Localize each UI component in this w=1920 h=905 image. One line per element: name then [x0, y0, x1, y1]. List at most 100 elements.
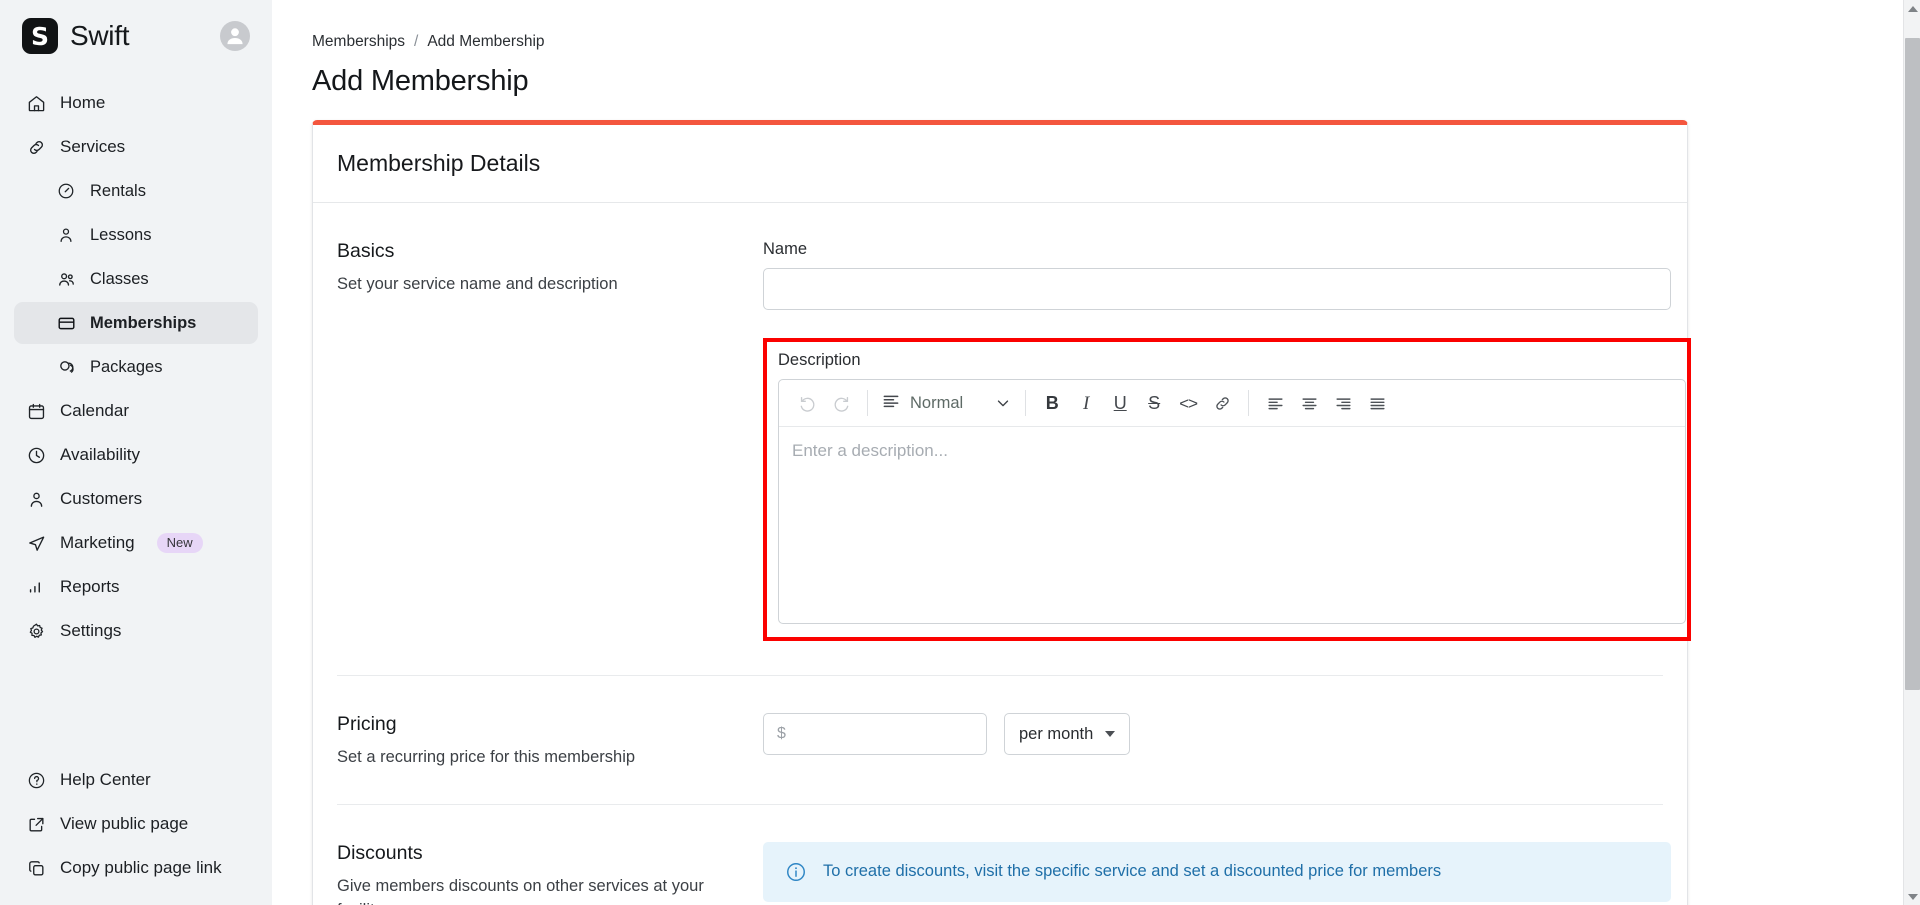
bold-button[interactable]: B	[1035, 386, 1069, 420]
sidebar-item-view-public-page[interactable]: View public page	[14, 803, 258, 845]
link-icon	[26, 137, 46, 157]
sidebar-item-rentals[interactable]: Rentals	[14, 170, 258, 212]
sidebar-item-availability[interactable]: Availability	[14, 434, 258, 476]
section-basics-left: Basics Set your service name and descrip…	[337, 240, 763, 641]
sidebar-item-label: View public page	[60, 814, 189, 833]
sidebar-item-calendar[interactable]: Calendar	[14, 390, 258, 432]
section-title: Basics	[337, 240, 395, 262]
sidebar-footer: Help Center View public page Copy public…	[0, 759, 272, 905]
paragraph-format-icon	[881, 391, 901, 416]
swift-logo-icon: S	[22, 18, 58, 54]
redo-icon[interactable]	[824, 386, 858, 420]
sidebar-item-lessons[interactable]: Lessons	[14, 214, 258, 256]
code-button[interactable]: <>	[1171, 386, 1205, 420]
billing-period-select[interactable]: per month	[1004, 713, 1131, 755]
copy-icon	[26, 858, 46, 878]
toolbar-divider	[1025, 390, 1027, 416]
chevron-down-icon	[994, 394, 1012, 412]
sidebar-item-memberships[interactable]: Memberships	[14, 302, 258, 344]
toolbar-divider	[1248, 390, 1250, 416]
person-icon	[56, 225, 76, 245]
info-circle-icon	[785, 861, 807, 883]
code-label: <>	[1179, 393, 1198, 413]
scroll-down-arrow-icon[interactable]	[1904, 888, 1920, 905]
align-right-icon[interactable]	[1326, 386, 1360, 420]
app-root: S Swift Home Services Rentals Lessons Cl…	[0, 0, 1920, 905]
sidebar-item-home[interactable]: Home	[14, 82, 258, 124]
scrollbar-thumb[interactable]	[1905, 38, 1920, 690]
sidebar-item-label: Settings	[60, 621, 122, 640]
underline-button[interactable]: U	[1103, 386, 1137, 420]
italic-button[interactable]: I	[1069, 386, 1103, 420]
sidebar-item-label: Lessons	[90, 225, 152, 244]
sidebar-item-services[interactable]: Services	[14, 126, 258, 168]
sidebar-item-label: Reports	[60, 577, 120, 596]
strikethrough-button[interactable]: S	[1137, 386, 1171, 420]
sidebar-item-copy-public-page-link[interactable]: Copy public page link	[14, 847, 258, 889]
calendar-icon	[26, 401, 46, 421]
sidebar-item-reports[interactable]: Reports	[14, 566, 258, 608]
link-icon[interactable]	[1205, 386, 1239, 420]
brand-name: Swift	[70, 20, 130, 51]
italic-label: I	[1083, 392, 1090, 414]
coins-icon	[56, 357, 76, 377]
page-title: Add Membership	[312, 65, 529, 97]
section-pricing: Pricing Set a recurring price for this m…	[337, 676, 1663, 805]
align-center-icon[interactable]	[1292, 386, 1326, 420]
section-pricing-right: per month	[763, 713, 1663, 770]
card-body: Basics Set your service name and descrip…	[313, 203, 1691, 905]
breadcrumb-memberships[interactable]: Memberships	[312, 33, 405, 51]
name-label: Name	[763, 240, 808, 258]
sidebar-item-packages[interactable]: Packages	[14, 346, 258, 388]
description-editor[interactable]: Normal B I U S <> Enter a description...	[778, 379, 1686, 624]
send-icon	[26, 533, 46, 553]
format-dropdown[interactable]: Normal	[877, 386, 1016, 420]
sidebar-item-label: Copy public page link	[60, 858, 222, 877]
sidebar-nav: Home Services Rentals Lessons Classes Me…	[0, 72, 272, 759]
status-badge-new: New	[156, 533, 203, 553]
sidebar-item-help-center[interactable]: Help Center	[14, 759, 258, 801]
section-discounts-right: To create discounts, visit the specific …	[763, 841, 1671, 905]
sidebar-item-label: Marketing	[60, 533, 135, 552]
section-basics-right: Name Description Normal B I U S <> Enter…	[763, 240, 1691, 641]
section-description: Set a recurring price for this membershi…	[337, 748, 636, 766]
align-left-icon[interactable]	[1258, 386, 1292, 420]
sidebar-item-customers[interactable]: Customers	[14, 478, 258, 520]
sidebar-item-classes[interactable]: Classes	[14, 258, 258, 300]
section-pricing-left: Pricing Set a recurring price for this m…	[337, 713, 763, 770]
sidebar-item-marketing[interactable]: Marketing New	[14, 522, 258, 564]
gauge-icon	[56, 181, 76, 201]
gear-icon	[26, 621, 46, 641]
underline-label: U	[1113, 393, 1127, 413]
question-circle-icon	[26, 770, 46, 790]
home-icon	[26, 93, 46, 113]
brand[interactable]: S Swift	[22, 18, 129, 54]
vertical-scrollbar[interactable]	[1903, 0, 1920, 905]
section-basics: Basics Set your service name and descrip…	[337, 203, 1691, 676]
format-value: Normal	[910, 393, 964, 412]
undo-icon[interactable]	[790, 386, 824, 420]
external-link-icon	[26, 814, 46, 834]
name-input[interactable]	[763, 268, 1671, 310]
sidebar-item-settings[interactable]: Settings	[14, 610, 258, 652]
bold-label: B	[1045, 393, 1059, 413]
toolbar-divider	[867, 390, 868, 416]
billing-period-value: per month	[1019, 724, 1094, 743]
sidebar-item-label: Availability	[60, 445, 141, 464]
caret-down-icon	[1105, 731, 1116, 737]
membership-details-card: Membership Details Basics Set your servi…	[312, 120, 1691, 905]
price-input[interactable]	[763, 713, 987, 755]
editor-toolbar: Normal B I U S <>	[779, 380, 1685, 427]
sidebar-item-label: Services	[60, 137, 126, 156]
section-description: Give members discounts on other services…	[337, 876, 704, 905]
section-discounts: Discounts Give members discounts on othe…	[337, 805, 1671, 905]
scroll-up-arrow-icon[interactable]	[1904, 0, 1920, 17]
sidebar-item-label: Help Center	[60, 770, 151, 789]
sidebar-item-label: Packages	[90, 357, 163, 376]
sidebar-item-label: Memberships	[90, 313, 197, 332]
people-icon	[56, 269, 76, 289]
user-avatar-icon[interactable]	[220, 21, 250, 51]
sidebar-item-label: Classes	[90, 269, 149, 288]
description-editor-area[interactable]: Enter a description...	[779, 427, 1685, 623]
align-justify-icon[interactable]	[1360, 386, 1394, 420]
